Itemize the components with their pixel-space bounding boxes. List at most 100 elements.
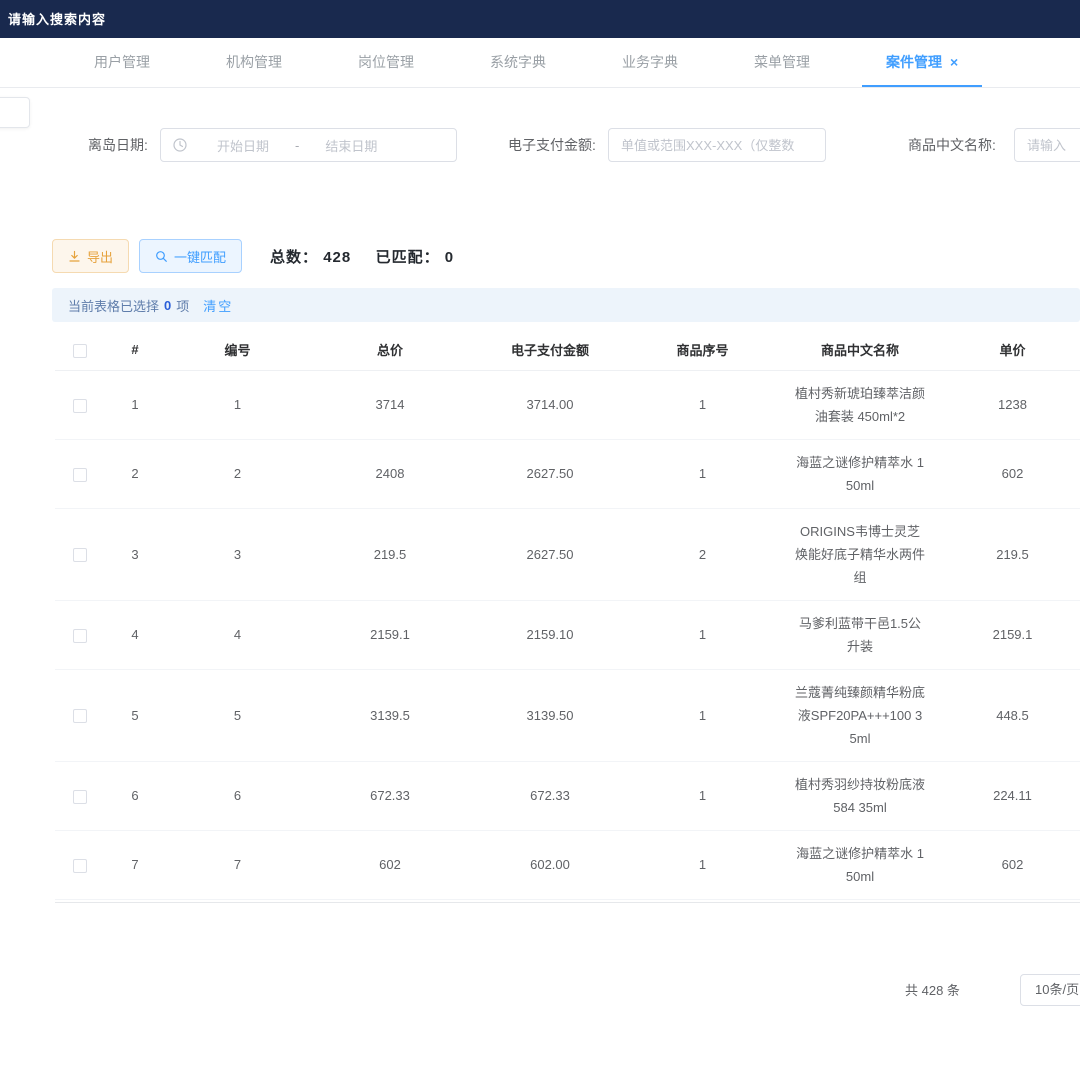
row-checkbox[interactable]	[73, 468, 87, 482]
top-navbar: 请输入搜索内容	[0, 0, 1080, 38]
cell-price: 602	[945, 830, 1080, 899]
cell-seq: 1	[630, 439, 775, 508]
table-row: 8 8 1868.08 1868.08 1 卡诗菁纯亮泽经典香氛 466.02	[55, 899, 1080, 903]
cell-total: 2159.1	[310, 600, 470, 669]
payment-amount-input[interactable]	[608, 128, 826, 162]
date-range-picker[interactable]: 开始日期 - 结束日期	[160, 128, 457, 162]
matched-label: 已匹配：	[376, 249, 440, 266]
cell-payment: 602.00	[470, 830, 630, 899]
select-all-checkbox[interactable]	[73, 344, 87, 358]
row-checkbox[interactable]	[73, 629, 87, 643]
cell-product-name: 兰蔻菁纯臻颜精华粉底液SPF20PA+++100 35ml	[775, 669, 945, 761]
cell-price: 466.02	[945, 899, 1080, 903]
cell-seq: 2	[630, 508, 775, 600]
cell-code: 4	[165, 600, 310, 669]
clear-selection-link[interactable]: 清空	[203, 296, 233, 315]
tab-case-management-label: 案件管理	[886, 52, 942, 72]
cell-price: 2159.1	[945, 600, 1080, 669]
search-icon	[155, 250, 168, 263]
start-date-input[interactable]: 开始日期	[217, 136, 269, 155]
cell-payment: 3139.50	[470, 669, 630, 761]
table-row: 5 5 3139.5 3139.50 1 兰蔻菁纯臻颜精华粉底液SPF20PA+…	[55, 669, 1080, 761]
page-size-select[interactable]: 10条/页	[1020, 974, 1080, 1006]
table-row: 2 2 2408 2627.50 1 海蓝之谜修护精萃水 150ml 602	[55, 439, 1080, 508]
table-row: 3 3 219.5 2627.50 2 ORIGINS韦博士灵芝焕能好底子精华水…	[55, 508, 1080, 600]
cell-index: 6	[105, 761, 165, 830]
one-click-match-button[interactable]: 一键匹配	[139, 239, 242, 273]
cell-total: 672.33	[310, 761, 470, 830]
matched-value: 0	[445, 249, 454, 266]
cell-payment: 3714.00	[470, 370, 630, 439]
selection-prefix: 当前表格已选择	[68, 296, 159, 315]
match-stats: 总数： 428 已匹配： 0	[270, 246, 454, 267]
close-icon[interactable]: ×	[950, 54, 958, 70]
collapsed-panel[interactable]	[0, 97, 30, 128]
clock-icon	[173, 138, 187, 152]
col-header-index: #	[105, 330, 165, 370]
cell-index: 1	[105, 370, 165, 439]
cell-total: 1868.08	[310, 899, 470, 903]
cell-product-name: 植村秀羽纱持妆粉底液 584 35ml	[775, 761, 945, 830]
col-header-total: 总价	[310, 330, 470, 370]
cell-payment: 2627.50	[470, 508, 630, 600]
cell-product-name: 海蓝之谜修护精萃水 150ml	[775, 439, 945, 508]
cell-price: 1238	[945, 370, 1080, 439]
row-checkbox[interactable]	[73, 709, 87, 723]
cell-code: 8	[165, 899, 310, 903]
cell-index: 8	[105, 899, 165, 903]
cell-payment: 672.33	[470, 761, 630, 830]
col-header-payment: 电子支付金额	[470, 330, 630, 370]
toolbar: 导出 一键匹配 总数： 428 已匹配： 0	[52, 238, 1052, 274]
cell-product-name: 海蓝之谜修护精萃水 150ml	[775, 830, 945, 899]
tab-case-management[interactable]: 案件管理 ×	[862, 38, 982, 87]
cell-index: 3	[105, 508, 165, 600]
global-search-input[interactable]: 请输入搜索内容	[8, 9, 106, 28]
cell-product-name: 马爹利蓝带干邑1.5公升装	[775, 600, 945, 669]
col-header-seq: 商品序号	[630, 330, 775, 370]
tab-menu-management[interactable]: 菜单管理	[730, 38, 834, 87]
export-button[interactable]: 导出	[52, 239, 129, 273]
table-row: 1 1 3714 3714.00 1 植村秀新琥珀臻萃洁颜油套装 450ml*2…	[55, 370, 1080, 439]
row-checkbox[interactable]	[73, 399, 87, 413]
tab-system-dict[interactable]: 系统字典	[466, 38, 570, 87]
end-date-input[interactable]: 结束日期	[325, 136, 377, 155]
cell-product-name: ORIGINS韦博士灵芝焕能好底子精华水两件组	[775, 508, 945, 600]
export-button-label: 导出	[87, 247, 113, 266]
cell-index: 5	[105, 669, 165, 761]
cell-product-name: 卡诗菁纯亮泽经典香氛	[775, 899, 945, 903]
cell-price: 224.11	[945, 761, 1080, 830]
product-name-input[interactable]	[1014, 128, 1080, 162]
tab-post-management[interactable]: 岗位管理	[334, 38, 438, 87]
row-checkbox[interactable]	[73, 859, 87, 873]
cell-code: 1	[165, 370, 310, 439]
tab-user-management[interactable]: 用户管理	[70, 38, 174, 87]
table-row: 7 7 602 602.00 1 海蓝之谜修护精萃水 150ml 602	[55, 830, 1080, 899]
cell-price: 219.5	[945, 508, 1080, 600]
cell-code: 3	[165, 508, 310, 600]
payment-filter-label: 电子支付金额:	[508, 126, 596, 164]
total-value: 428	[323, 249, 351, 266]
date-range-separator: -	[295, 138, 299, 153]
row-checkbox[interactable]	[73, 790, 87, 804]
cell-total: 3139.5	[310, 669, 470, 761]
cell-code: 2	[165, 439, 310, 508]
cell-product-name: 植村秀新琥珀臻萃洁颜油套装 450ml*2	[775, 370, 945, 439]
cell-index: 2	[105, 439, 165, 508]
cell-price: 602	[945, 439, 1080, 508]
tab-org-management[interactable]: 机构管理	[202, 38, 306, 87]
row-checkbox[interactable]	[73, 548, 87, 562]
cell-code: 5	[165, 669, 310, 761]
table-row: 4 4 2159.1 2159.10 1 马爹利蓝带干邑1.5公升装 2159.…	[55, 600, 1080, 669]
cell-total: 2408	[310, 439, 470, 508]
cell-seq: 1	[630, 600, 775, 669]
cell-code: 6	[165, 761, 310, 830]
date-filter-label: 离岛日期:	[88, 126, 148, 164]
tab-business-dict[interactable]: 业务字典	[598, 38, 702, 87]
col-header-name: 商品中文名称	[775, 330, 945, 370]
product-name-filter-label: 商品中文名称:	[908, 126, 996, 164]
app-window: 请输入搜索内容 用户管理 机构管理 岗位管理 系统字典 业务字典 菜单管理 案件…	[0, 0, 1080, 1077]
cell-seq: 1	[630, 370, 775, 439]
one-click-match-label: 一键匹配	[174, 247, 226, 266]
cell-seq: 1	[630, 830, 775, 899]
cell-payment: 1868.08	[470, 899, 630, 903]
